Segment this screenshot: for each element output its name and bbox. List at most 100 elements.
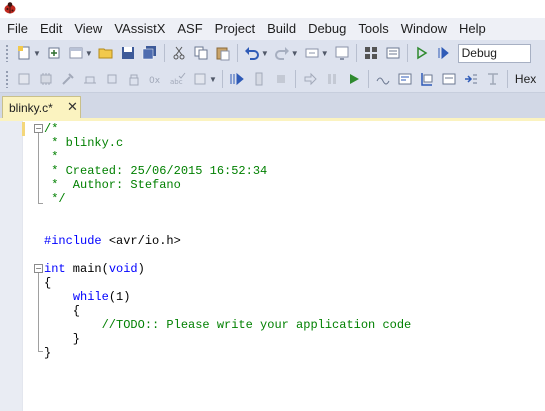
code-line[interactable]: */ — [44, 192, 65, 206]
format-icon[interactable] — [191, 70, 209, 88]
code-token-text: } — [44, 332, 81, 346]
menu-help[interactable]: Help — [453, 18, 492, 40]
code-token-comment: * — [44, 150, 59, 164]
svg-text:abc: abc — [170, 78, 183, 86]
toolbar-separator — [355, 44, 357, 62]
code-token-text: } — [44, 346, 52, 360]
code-line[interactable]: * — [44, 150, 58, 164]
fuses-icon[interactable] — [103, 70, 121, 88]
locals-icon[interactable] — [440, 70, 458, 88]
watch-icon[interactable] — [418, 70, 436, 88]
toolbar-separator — [294, 70, 296, 88]
fold-collapse-icon[interactable]: − — [34, 264, 43, 273]
solution-configuration-dropdown[interactable]: Debug — [457, 43, 531, 63]
step-icon[interactable] — [435, 44, 453, 62]
device-programming-icon[interactable] — [362, 44, 380, 62]
menu-build[interactable]: Build — [261, 18, 302, 40]
chevron-down-icon[interactable]: ▼ — [85, 49, 93, 58]
continue-icon[interactable] — [345, 70, 363, 88]
app-icon — [4, 2, 16, 14]
code-line[interactable]: /* — [44, 122, 58, 136]
unsaved-change-marker — [22, 122, 25, 136]
code-line[interactable]: { — [44, 276, 51, 290]
menu-window[interactable]: Window — [395, 18, 453, 40]
code-line[interactable]: int main(void) — [44, 262, 145, 276]
navigate-backward-icon[interactable] — [303, 44, 321, 62]
show-next-statement-icon[interactable] — [301, 70, 319, 88]
chevron-down-icon[interactable]: ▼ — [209, 75, 217, 84]
chip-icon[interactable] — [37, 70, 55, 88]
menu-bar: File Edit View VAssistX ASF Project Buil… — [0, 18, 545, 40]
svg-text:0x: 0x — [149, 76, 161, 86]
start-without-debugging-icon[interactable] — [413, 44, 431, 62]
fold-guide-end — [38, 351, 43, 352]
toolbar-separator — [163, 44, 165, 62]
code-line[interactable]: #include <avr/io.h> — [44, 234, 181, 248]
code-line[interactable]: while(1) — [44, 290, 131, 304]
code-line[interactable]: //TODO:: Please write your application c… — [44, 318, 412, 332]
menu-vassistx[interactable]: VAssistX — [108, 18, 171, 40]
tab-blinky-c[interactable]: blinky.c* ✕ — [2, 96, 81, 119]
debug-toolbar: 0x abc ▼ Hex — [0, 66, 545, 93]
code-line[interactable]: { — [44, 304, 80, 318]
add-window-icon[interactable] — [67, 44, 85, 62]
code-line[interactable]: } — [44, 332, 80, 346]
code-editor[interactable]: − − /* * blinky.c * * Created: 25/06/201… — [0, 121, 545, 411]
memory-window-icon[interactable] — [384, 44, 402, 62]
standard-toolbar: ▼ ▼ ▼ ▼ ▼ Debug — [0, 40, 545, 67]
fold-guide — [38, 133, 39, 203]
paste-icon[interactable] — [214, 44, 232, 62]
code-token-comment: * Created: 25/06/2015 16:52:34 — [44, 164, 268, 178]
close-icon[interactable]: ✕ — [67, 99, 78, 115]
menu-tools[interactable]: Tools — [352, 18, 394, 40]
spell-check-icon[interactable]: abc — [169, 70, 187, 88]
new-project-icon[interactable] — [15, 44, 33, 62]
call-stack-icon[interactable] — [462, 70, 480, 88]
toolbar-grip[interactable] — [5, 70, 9, 88]
stop-icon[interactable] — [272, 70, 290, 88]
lock-bits-icon[interactable] — [125, 70, 143, 88]
copy-icon[interactable] — [192, 44, 210, 62]
menu-view[interactable]: View — [68, 18, 108, 40]
save-all-icon[interactable] — [141, 44, 159, 62]
undo-icon[interactable] — [243, 44, 261, 62]
tools-icon[interactable] — [59, 70, 77, 88]
code-token-keyword: void — [108, 262, 138, 276]
disassembly-icon[interactable] — [374, 70, 392, 88]
code-token-text: ) — [137, 262, 145, 276]
redo-icon[interactable] — [273, 44, 291, 62]
device-icon[interactable] — [15, 70, 33, 88]
menu-asf[interactable]: ASF — [171, 18, 208, 40]
attach-icon[interactable] — [250, 70, 268, 88]
pause-icon[interactable] — [323, 70, 341, 88]
toolbar-grip[interactable] — [5, 44, 9, 62]
chevron-down-icon[interactable]: ▼ — [261, 49, 269, 58]
menu-edit[interactable]: Edit — [34, 18, 68, 40]
code-line[interactable]: * Created: 25/06/2015 16:52:34 — [44, 164, 267, 178]
hex-value-icon[interactable]: 0x — [147, 70, 165, 88]
menu-project[interactable]: Project — [209, 18, 261, 40]
code-line[interactable]: * blinky.c — [44, 136, 123, 150]
hex-display-toggle[interactable]: Hex — [515, 72, 536, 86]
start-debugging-break-icon[interactable] — [228, 70, 246, 88]
chevron-down-icon[interactable]: ▼ — [291, 49, 299, 58]
registers-icon[interactable] — [396, 70, 414, 88]
chevron-down-icon[interactable]: ▼ — [321, 49, 329, 58]
code-line[interactable]: * Author: Stefano — [44, 178, 181, 192]
program-icon[interactable] — [81, 70, 99, 88]
add-item-icon[interactable] — [45, 44, 63, 62]
menu-file[interactable]: File — [0, 18, 34, 40]
menu-debug[interactable]: Debug — [302, 18, 352, 40]
cut-icon[interactable] — [170, 44, 188, 62]
save-icon[interactable] — [119, 44, 137, 62]
editor-indicator-margin — [0, 121, 23, 411]
code-line[interactable]: } — [44, 346, 51, 360]
navigate-forward-icon[interactable] — [333, 44, 351, 62]
text-format-icon[interactable] — [484, 70, 502, 88]
code-token-keyword: int — [44, 262, 66, 276]
open-folder-icon[interactable] — [97, 44, 115, 62]
chevron-down-icon[interactable]: ▼ — [33, 49, 41, 58]
fold-collapse-icon[interactable]: − — [34, 124, 43, 133]
code-token-text: <avr/io.h> — [108, 234, 181, 248]
